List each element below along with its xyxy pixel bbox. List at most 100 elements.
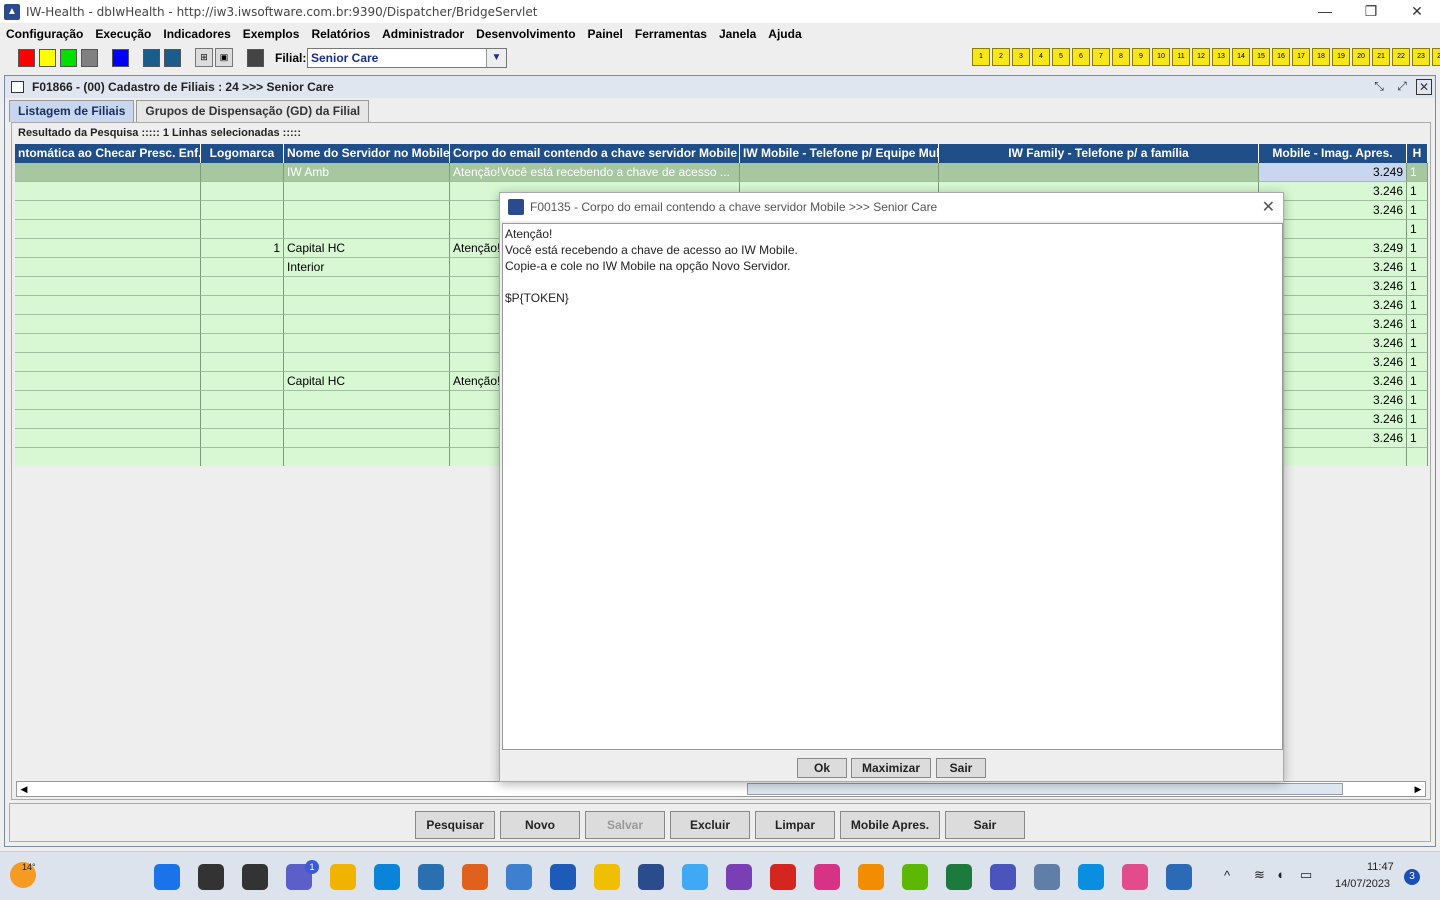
quick-number-button-8[interactable]: 8 <box>1112 48 1130 66</box>
menu-exemplos[interactable]: Exemplos <box>243 27 300 41</box>
novo-button[interactable]: Novo <box>500 811 580 839</box>
chevron-up-icon[interactable]: ^ <box>1224 868 1230 883</box>
grid-cell[interactable]: 1 <box>1407 258 1428 277</box>
color-gray-button[interactable] <box>81 49 98 67</box>
tab-grupos-dispensacao[interactable]: Grupos de Dispensação (GD) da Filial <box>136 100 370 122</box>
grid-cell[interactable] <box>15 448 201 466</box>
color-blue-button[interactable] <box>112 49 129 67</box>
grid-cell[interactable] <box>15 353 201 372</box>
grid-cell[interactable] <box>15 391 201 410</box>
color-teal2-button[interactable] <box>164 49 181 67</box>
grid-cell[interactable] <box>201 182 284 201</box>
grid-cell[interactable] <box>284 353 450 372</box>
menu-relatorios[interactable]: Relatórios <box>311 27 370 41</box>
menu-painel[interactable]: Painel <box>588 27 623 41</box>
grid-cell[interactable] <box>284 296 450 315</box>
menu-janela[interactable]: Janela <box>719 27 756 41</box>
grid-cell[interactable] <box>201 391 284 410</box>
grid-cell[interactable] <box>284 410 450 429</box>
quick-number-button-2[interactable]: 2 <box>992 48 1010 66</box>
search-icon[interactable] <box>198 864 224 890</box>
tools-icon[interactable] <box>418 864 444 890</box>
grid-cell[interactable] <box>201 372 284 391</box>
quick-number-button-14[interactable]: 14 <box>1232 48 1250 66</box>
grid-cell[interactable]: 1 <box>1407 277 1428 296</box>
tab-listagem-filiais[interactable]: Listagem de Filiais <box>9 100 135 122</box>
scroll-left-icon[interactable]: ◀ <box>17 782 31 796</box>
column-header[interactable]: IW Mobile - Telefone p/ Equipe Mult <box>740 144 939 163</box>
table-row[interactable]: IW Amb Atenção!Você está recebendo a chav… <box>15 163 1428 182</box>
grid-cell[interactable] <box>1407 448 1428 466</box>
quick-number-button-5[interactable]: 5 <box>1052 48 1070 66</box>
app-orange-icon[interactable] <box>858 864 884 890</box>
grid-cell[interactable] <box>15 410 201 429</box>
dialog-close-icon[interactable]: ✕ <box>1262 197 1275 217</box>
quick-number-button-7[interactable]: 7 <box>1092 48 1110 66</box>
grid-cell[interactable] <box>201 334 284 353</box>
clock-date[interactable]: 14/07/2023 <box>1335 878 1390 890</box>
grid-cell[interactable]: 1 <box>1407 182 1428 201</box>
firefox-icon[interactable] <box>462 864 488 890</box>
grid-cell[interactable] <box>15 182 201 201</box>
menu-ferramentas[interactable]: Ferramentas <box>635 27 707 41</box>
grid-cell[interactable]: 1 <box>1407 353 1428 372</box>
salvar-button[interactable]: Salvar <box>585 811 665 839</box>
wifi-icon[interactable]: ≋ <box>1254 867 1265 883</box>
pdf-icon[interactable] <box>770 864 796 890</box>
grid-cell[interactable] <box>201 448 284 466</box>
quick-number-button-12[interactable]: 12 <box>1192 48 1210 66</box>
grid-cell[interactable] <box>201 163 284 182</box>
minimize-button[interactable]: — <box>1302 0 1348 23</box>
column-header[interactable]: Mobile - Imag. Apres. <box>1259 144 1407 163</box>
grid-cell[interactable] <box>15 201 201 220</box>
quick-number-button-19[interactable]: 19 <box>1332 48 1350 66</box>
quick-number-button-10[interactable]: 10 <box>1152 48 1170 66</box>
word-icon[interactable] <box>550 864 576 890</box>
color-teal-button[interactable] <box>143 49 160 67</box>
grid-cell[interactable] <box>284 220 450 239</box>
grid-cell[interactable] <box>284 391 450 410</box>
snipping-icon[interactable] <box>814 864 840 890</box>
grid-cell[interactable]: 1 <box>1407 334 1428 353</box>
filial-select[interactable]: Senior Care ▼ <box>307 48 507 68</box>
quick-number-button-4[interactable]: 4 <box>1032 48 1050 66</box>
grid-cell[interactable] <box>15 372 201 391</box>
grid-cell[interactable] <box>201 258 284 277</box>
column-header[interactable]: IW Family - Telefone p/ a família <box>939 144 1259 163</box>
grid-cell[interactable] <box>15 239 201 258</box>
close-window-button[interactable]: ✕ <box>1394 0 1440 23</box>
column-header[interactable]: Corpo do email contendo a chave servidor… <box>450 144 740 163</box>
grid-cell[interactable] <box>284 315 450 334</box>
virtualbox-icon[interactable] <box>1166 864 1192 890</box>
windows-start-icon[interactable] <box>154 864 180 890</box>
horizontal-scrollbar[interactable]: ◀ ▶ <box>16 781 1426 797</box>
column-header[interactable]: Logomarca <box>201 144 284 163</box>
grid-cell[interactable] <box>201 220 284 239</box>
color-red-button[interactable] <box>18 49 35 67</box>
dialog-sair-button[interactable]: Sair <box>936 758 986 778</box>
column-header[interactable]: H <box>1407 144 1428 163</box>
grid-cell[interactable] <box>201 429 284 448</box>
git-icon[interactable] <box>1122 864 1148 890</box>
visual-studio-icon[interactable] <box>726 864 752 890</box>
grid-cell[interactable] <box>284 429 450 448</box>
tree-icon[interactable]: ⊞ <box>195 48 213 67</box>
column-header[interactable]: ntomática ao Checar Presc. Enf. <box>15 144 201 163</box>
notepad-icon[interactable] <box>506 864 532 890</box>
grid-cell[interactable]: 1 <box>1407 296 1428 315</box>
grid-cell[interactable] <box>284 448 450 466</box>
menu-configuracao[interactable]: Configuração <box>6 27 83 41</box>
pesquisar-button[interactable]: Pesquisar <box>415 811 495 839</box>
quick-number-button-20[interactable]: 20 <box>1352 48 1370 66</box>
menu-indicadores[interactable]: Indicadores <box>163 27 230 41</box>
email-body-textarea[interactable]: Atenção! Você está recebendo a chave de … <box>502 223 1283 750</box>
grid-cell[interactable]: 1 <box>201 239 284 258</box>
grid-cell[interactable]: Capital HC <box>284 239 450 258</box>
mobile-apres-button[interactable]: Mobile Apres. <box>840 811 940 839</box>
menu-administrador[interactable]: Administrador <box>382 27 464 41</box>
grid-cell[interactable] <box>15 220 201 239</box>
grid-cell[interactable] <box>201 277 284 296</box>
grid-cell[interactable]: 1 <box>1407 239 1428 258</box>
quick-number-button-21[interactable]: 21 <box>1372 48 1390 66</box>
clock-time[interactable]: 11:47 <box>1367 861 1394 873</box>
